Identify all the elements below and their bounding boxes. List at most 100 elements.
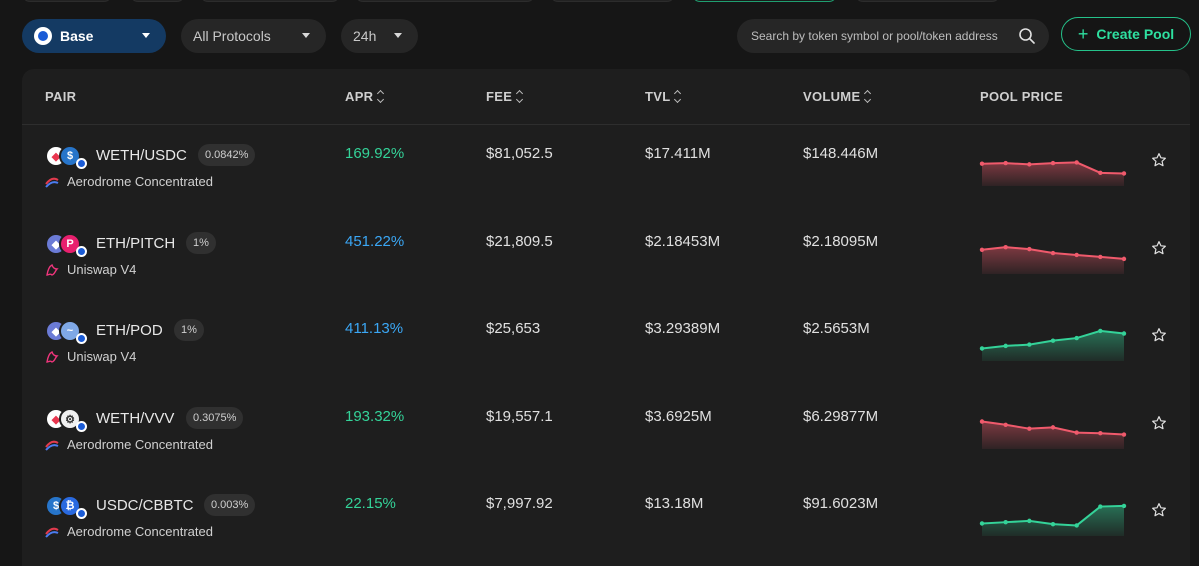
protocol-label: Aerodrome Concentrated: [45, 437, 213, 452]
sparkline-point: [1003, 422, 1008, 427]
sparkline-point: [979, 247, 985, 252]
star-favorite-icon[interactable]: [1151, 327, 1167, 343]
fee-tier-badge: 1%: [174, 319, 204, 341]
sort-icon: [674, 91, 682, 102]
sparkline-point: [1074, 523, 1079, 528]
star-favorite-icon[interactable]: [1151, 152, 1167, 168]
sparkline-point: [1098, 431, 1103, 436]
create-pool-button[interactable]: + Create Pool: [1061, 17, 1191, 51]
sparkline-point: [1027, 342, 1032, 347]
sparkline-point: [1050, 338, 1056, 343]
base-chain-badge-icon: [76, 333, 87, 344]
sparkline-point: [1098, 254, 1103, 260]
period-label: 24h: [353, 28, 377, 44]
sparkline-point: [1003, 343, 1008, 349]
sparkline-point: [1121, 432, 1127, 437]
apr-value: 169.92%: [345, 145, 405, 162]
top-tab-strip: [0, 0, 1199, 4]
pool-price-sparkline: [979, 503, 1127, 536]
column-header-fee[interactable]: FEE: [486, 89, 524, 104]
apr-value: 22.15%: [345, 495, 396, 512]
column-header-pair: PAIR: [45, 89, 77, 104]
fee-value: $21,809.5: [486, 233, 553, 250]
search-input[interactable]: [751, 29, 1011, 43]
tvl-value: $3.29389M: [645, 320, 721, 337]
uniswap-icon: [46, 263, 59, 276]
sparkline-point: [1027, 246, 1032, 252]
pair-token-icons: ◆ P: [45, 233, 91, 257]
protocol-label: Uniswap V4: [45, 349, 136, 364]
pair-name[interactable]: WETH/VVV: [96, 410, 174, 427]
sort-icon: [864, 91, 872, 102]
top-tab[interactable]: [130, 0, 185, 2]
base-chain-badge-icon: [76, 508, 87, 519]
top-tab[interactable]: [355, 0, 535, 2]
protocol-label: Aerodrome Concentrated: [45, 524, 213, 539]
chain-selector[interactable]: Base: [22, 19, 166, 53]
sparkline-point: [1027, 426, 1032, 431]
top-tab[interactable]: [22, 0, 112, 2]
sparkline-point: [1098, 170, 1103, 176]
base-chain-badge-icon: [76, 421, 87, 432]
table-row[interactable]: $ ₿ USDC/CBBTC 0.003% Aerodrome Concentr…: [22, 475, 1190, 563]
sparkline-point: [1074, 160, 1079, 165]
sort-icon: [516, 91, 524, 102]
table-row[interactable]: ◆ P ETH/PITCH 1% Uniswap V4 451.22% $21,…: [22, 213, 1190, 301]
star-favorite-icon[interactable]: [1151, 415, 1167, 431]
sparkline-point: [1027, 518, 1032, 524]
top-tab[interactable]: [550, 0, 675, 2]
sparkline-point: [1074, 335, 1079, 341]
sort-icon: [377, 91, 385, 102]
sparkline-point: [1098, 328, 1103, 334]
sparkline-point: [1121, 171, 1127, 176]
column-header-apr[interactable]: APR: [345, 89, 385, 104]
protocol-name: Uniswap V4: [67, 349, 137, 364]
protocol-name: Aerodrome Concentrated: [67, 524, 213, 539]
tvl-value: $3.6925M: [645, 408, 712, 425]
table-row[interactable]: ◆ ~ ETH/POD 1% Uniswap V4 411.13% $25,65…: [22, 300, 1190, 388]
protocol-filter-dropdown[interactable]: All Protocols: [181, 19, 326, 53]
top-tab[interactable]: [200, 0, 340, 2]
sparkline-point: [1050, 521, 1056, 527]
pair-token-icons: ◆ ⚙: [45, 408, 91, 432]
base-chain-icon: [34, 27, 52, 45]
apr-value: 411.13%: [345, 320, 404, 337]
column-header-volume[interactable]: VOLUME: [803, 89, 872, 104]
search-box: [737, 19, 1049, 53]
star-favorite-icon[interactable]: [1151, 502, 1167, 518]
sparkline-point: [1121, 503, 1127, 509]
column-header-tvl[interactable]: TVL: [645, 89, 682, 104]
sparkline-area: [982, 505, 1124, 536]
pair-name[interactable]: ETH/POD: [96, 322, 163, 339]
chevron-down-icon: [302, 33, 310, 38]
sparkline-point: [1050, 160, 1056, 166]
tvl-value: $17.411M: [645, 145, 711, 162]
fee-tier-badge: 0.3075%: [186, 407, 244, 429]
sparkline-point: [1074, 252, 1079, 258]
aerodrome-icon: [45, 177, 59, 188]
sparkline-point: [1050, 250, 1056, 256]
pool-price-sparkline: [979, 160, 1127, 186]
protocol-filter-label: All Protocols: [193, 28, 271, 44]
pair-name[interactable]: USDC/CBBTC: [96, 497, 194, 514]
sparkline-point: [979, 346, 985, 351]
top-tab[interactable]: [855, 0, 1000, 2]
table-header: PAIR APR FEE TVL VOLUME POOL PRICE: [22, 69, 1190, 125]
protocol-label: Uniswap V4: [45, 262, 136, 277]
volume-value: $148.446M: [803, 145, 879, 162]
pair-name[interactable]: ETH/PITCH: [96, 235, 175, 252]
pair-name[interactable]: WETH/USDC: [96, 147, 187, 164]
search-icon[interactable]: [1019, 28, 1035, 44]
pair-token-icons: $ ₿: [45, 495, 91, 519]
star-favorite-icon[interactable]: [1151, 240, 1167, 256]
sparkline-point: [1050, 425, 1056, 430]
fee-tier-badge: 0.0842%: [198, 144, 256, 166]
table-row[interactable]: ◆ ⚙ WETH/VVV 0.3075% Aerodrome Concentra…: [22, 388, 1190, 476]
aerodrome-icon: [45, 527, 59, 538]
period-dropdown[interactable]: 24h: [341, 19, 418, 53]
chevron-down-icon: [142, 33, 150, 38]
table-row[interactable]: ◆ $ WETH/USDC 0.0842% Aerodrome Concentr…: [22, 125, 1190, 213]
fee-value: $19,557.1: [486, 408, 553, 425]
top-tab-active[interactable]: [692, 0, 837, 2]
sparkline-point: [1003, 519, 1008, 525]
